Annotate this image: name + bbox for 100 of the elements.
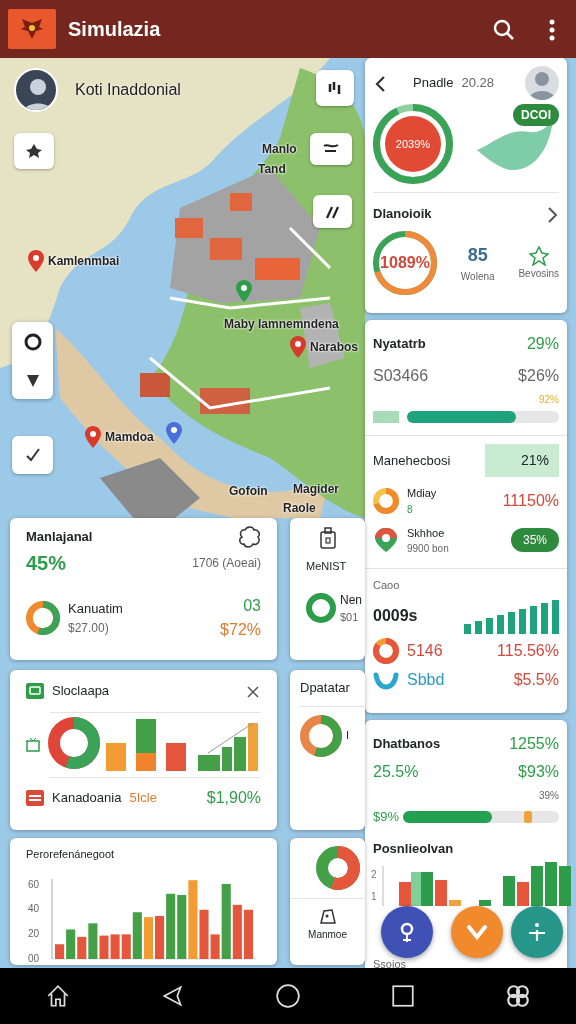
row-value: 115.56% (497, 640, 559, 661)
place-label: Kamlenmbai (48, 253, 120, 270)
stat-label: Bevosins (518, 266, 559, 281)
tool-button[interactable] (316, 70, 354, 106)
card-title: Dpatatar (300, 679, 351, 697)
donut-chart-icon (315, 846, 360, 890)
add-icon (526, 921, 548, 943)
ring-icon (373, 637, 399, 664)
card-title: Sloclaapa (52, 682, 110, 701)
donut-chart-icon (26, 601, 60, 635)
bars-icon (327, 80, 343, 96)
gauge-disc (385, 116, 441, 172)
axis-tick-label: 00 (28, 952, 40, 964)
item-subtitle: 9900 bon (407, 542, 450, 556)
user-name: Koti Inaddonial (75, 80, 181, 100)
footer-label: Ssoios (372, 956, 408, 968)
map-pin-icon[interactable] (85, 426, 101, 448)
item-value: 03 (243, 596, 261, 616)
trend-value: 0009s (373, 605, 418, 626)
status-badge: DCOI (513, 104, 559, 126)
gauge-value: 2039% (395, 136, 431, 152)
bag-icon (317, 907, 338, 927)
bar (243, 909, 253, 959)
ring-icon (373, 487, 399, 514)
row-label: Sbbd (407, 669, 445, 690)
time-label: 20.28 (461, 74, 495, 93)
screen-icon (26, 683, 44, 699)
progress-reading: 92% (538, 393, 560, 407)
place-label: Tand (258, 161, 286, 178)
check-button[interactable] (12, 436, 53, 474)
card-note: I (346, 728, 350, 744)
place-label: Raole (283, 500, 316, 517)
check-icon (24, 447, 41, 463)
progress-segment (373, 411, 399, 423)
close-icon (246, 684, 260, 699)
chevron-icon (546, 205, 558, 224)
map-pin-icon[interactable] (236, 280, 252, 302)
place-label: Maby Iamnemndena (224, 316, 339, 333)
star-icon (25, 142, 43, 160)
bar (177, 894, 187, 959)
item-title: Kanuatim (68, 600, 124, 619)
map-pin-icon[interactable] (166, 422, 182, 444)
card-label: MeNIST (306, 559, 348, 574)
search-icon (493, 18, 515, 41)
card-title: Nyatatrb (373, 335, 426, 354)
map-pin-icon[interactable] (290, 336, 306, 358)
stat-label: S03466 (373, 366, 429, 386)
panel-title: Pnadle (413, 74, 454, 93)
card-title: Dhatbanos (373, 735, 441, 754)
place-label: Gofoin (229, 483, 268, 500)
gauge-value: 1089% (380, 253, 430, 273)
triangle-icon (24, 372, 41, 389)
highlight-label: Manehecbosi (373, 451, 451, 470)
footer-value: $1,90% (206, 788, 261, 808)
avatar (525, 66, 559, 100)
apps-icon (505, 983, 532, 1009)
item-change: $72% (220, 620, 261, 640)
app-title: Simulazia (68, 17, 162, 42)
stat-value: 29% (526, 334, 559, 354)
tool-button[interactable] (313, 195, 352, 228)
bar (143, 916, 153, 959)
item-subtitle: 8 (407, 502, 414, 517)
footer-tag: 5Icle (129, 788, 157, 808)
row-value: $5.5% (513, 669, 559, 690)
item-subtitle: $27.00) (68, 619, 110, 637)
progress-label: $9% (373, 808, 400, 826)
item-title: Nen (340, 591, 362, 609)
circle-icon (274, 983, 301, 1009)
lock-icon (318, 526, 338, 550)
progress-reading: 39% (538, 789, 560, 803)
building (255, 258, 300, 280)
tool-button[interactable] (310, 133, 352, 165)
item-title: Skhhoe (407, 525, 446, 541)
axis-tick-label: 20 (28, 927, 40, 939)
section-title: Dlanoioik (373, 205, 432, 224)
stat-value: 25.5% (373, 762, 419, 782)
back-icon (374, 74, 388, 93)
item-title: Mdiay (407, 486, 438, 501)
building (175, 218, 203, 238)
stat-value: $26% (518, 366, 559, 386)
place-label: Narabos (310, 339, 359, 356)
item-subtitle: $01 (340, 609, 360, 625)
footer-label: Kanadoania (52, 789, 122, 808)
menu-icon (26, 790, 44, 806)
building (230, 193, 252, 211)
gear-icon (239, 526, 261, 548)
ring-icon (23, 333, 42, 351)
row-label: 5146 (407, 640, 443, 661)
more-icon (549, 18, 555, 41)
map-pin-icon[interactable] (28, 250, 44, 272)
layers-button[interactable] (14, 133, 54, 169)
stat-note: 1706 (Aoeai) (192, 555, 261, 572)
ring-icon (373, 231, 437, 295)
tv-icon (26, 737, 40, 753)
highlight-value: 21% (485, 444, 559, 477)
recent-apps-icon (390, 983, 417, 1009)
place-label: Magider (293, 481, 339, 498)
building (140, 373, 170, 397)
place-label: Mamdoa (105, 429, 154, 446)
star-icon (528, 245, 549, 266)
